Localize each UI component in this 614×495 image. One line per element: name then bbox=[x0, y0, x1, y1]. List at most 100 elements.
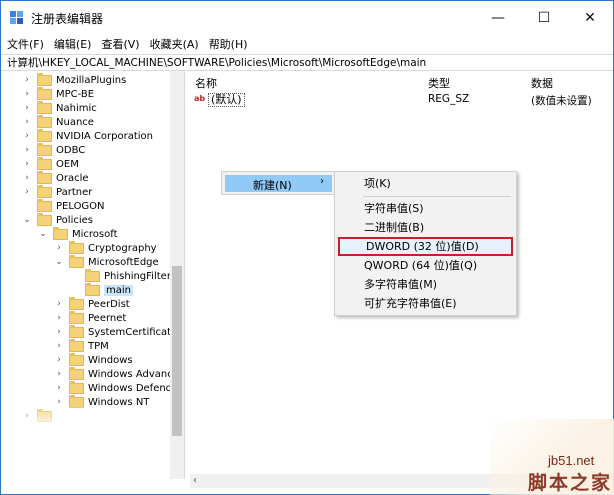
tree-item-cryptography[interactable]: › Cryptography bbox=[55, 240, 157, 255]
collapse-arrow-icon[interactable]: ⌄ bbox=[39, 229, 47, 239]
tree-item-peernet[interactable]: › Peernet bbox=[55, 310, 126, 325]
folder-icon bbox=[37, 170, 52, 184]
tree-item-tpm[interactable]: › TPM bbox=[55, 338, 109, 353]
tree-item-nuance[interactable]: › Nuance bbox=[23, 114, 94, 129]
tree-item-phishingfilter[interactable]: PhishingFilter bbox=[71, 268, 171, 283]
scroll-left-arrow-icon[interactable]: ‹ bbox=[193, 474, 197, 488]
collapse-arrow-icon[interactable]: ⌄ bbox=[23, 215, 31, 225]
menu-view[interactable]: 查看(V) bbox=[101, 36, 139, 52]
expand-arrow-icon[interactable]: › bbox=[55, 355, 63, 365]
submenu-dword-value[interactable]: DWORD (32 位)值(D) bbox=[338, 237, 513, 256]
tree-scroll-thumb[interactable] bbox=[172, 266, 182, 436]
tree-item-label: Cryptography bbox=[88, 242, 157, 254]
tree-item-label: Microsoft bbox=[72, 228, 118, 240]
menu-help[interactable]: 帮助(H) bbox=[209, 36, 248, 52]
tree-item-pelogon[interactable]: PELOGON bbox=[23, 198, 105, 213]
tree-vertical-scrollbar[interactable] bbox=[170, 71, 184, 479]
expand-arrow-icon[interactable]: › bbox=[23, 131, 31, 141]
tree-item-oem[interactable]: › OEM bbox=[23, 156, 79, 171]
column-header-name[interactable]: 名称 bbox=[195, 75, 217, 91]
expand-arrow-icon[interactable]: › bbox=[23, 103, 31, 113]
tree-item-policies[interactable]: ⌄ Policies bbox=[23, 212, 93, 227]
tree-item-label: Nahimic bbox=[56, 102, 97, 114]
column-header-type[interactable]: 类型 bbox=[428, 75, 450, 91]
expand-arrow-icon[interactable]: › bbox=[23, 187, 31, 197]
context-menu-new[interactable]: 新建(N) › bbox=[225, 175, 332, 192]
expand-arrow-icon[interactable]: › bbox=[55, 327, 63, 337]
expand-arrow-icon[interactable]: › bbox=[55, 397, 63, 407]
expand-arrow-icon[interactable]: › bbox=[55, 369, 63, 379]
menu-edit[interactable]: 编辑(E) bbox=[54, 36, 92, 52]
expand-arrow-icon[interactable]: › bbox=[23, 145, 31, 155]
tree-item-partner[interactable]: › Partner bbox=[23, 184, 93, 199]
blurred-region bbox=[1, 407, 161, 467]
expand-arrow-icon[interactable]: › bbox=[23, 89, 31, 99]
menu-favorites[interactable]: 收藏夹(A) bbox=[150, 36, 199, 52]
expand-arrow-icon[interactable]: › bbox=[55, 299, 63, 309]
tree-item-label: MozillaPlugins bbox=[56, 74, 127, 86]
expand-arrow-icon[interactable] bbox=[71, 285, 79, 295]
expand-arrow-icon[interactable]: › bbox=[23, 75, 31, 85]
collapse-arrow-icon[interactable]: ⌄ bbox=[55, 257, 63, 267]
folder-icon bbox=[37, 198, 52, 212]
string-value-icon: ab bbox=[194, 94, 206, 103]
tree-item-label: ODBC bbox=[56, 144, 86, 156]
tree-item-windows[interactable]: › Windows bbox=[55, 352, 133, 367]
expand-arrow-icon[interactable]: › bbox=[23, 117, 31, 127]
folder-icon bbox=[69, 296, 84, 310]
tree-item-windows-advanced[interactable]: › Windows Advanced bbox=[55, 366, 184, 381]
menu-file[interactable]: 文件(F) bbox=[7, 36, 44, 52]
submenu-qword-value[interactable]: QWORD (64 位)值(Q) bbox=[338, 256, 513, 275]
tree-item-windows-defender[interactable]: › Windows Defender bbox=[55, 380, 182, 395]
tree-item-microsoft[interactable]: ⌄ Microsoft bbox=[39, 226, 118, 241]
address-bar[interactable]: 计算机\HKEY_LOCAL_MACHINE\SOFTWARE\Policies… bbox=[1, 54, 613, 71]
folder-icon bbox=[37, 156, 52, 170]
expand-arrow-icon[interactable]: › bbox=[23, 159, 31, 169]
maximize-button[interactable]: ☐ bbox=[521, 1, 567, 35]
submenu-expandable-string-value[interactable]: 可扩充字符串值(E) bbox=[338, 294, 513, 313]
tree-item-main[interactable]: main bbox=[71, 282, 133, 297]
expand-arrow-icon[interactable] bbox=[23, 201, 31, 211]
folder-icon bbox=[85, 268, 100, 282]
column-header-data[interactable]: 数据 bbox=[531, 75, 553, 91]
tree-item-mpc-be[interactable]: › MPC-BE bbox=[23, 86, 94, 101]
close-button[interactable]: ✕ bbox=[567, 1, 613, 35]
expand-arrow-icon[interactable]: › bbox=[55, 383, 63, 393]
value-row-default[interactable]: ab (默认) REG_SZ (数值未设置) bbox=[190, 93, 613, 107]
tree-item-mozillaplugins[interactable]: › MozillaPlugins bbox=[23, 72, 127, 87]
expand-arrow-icon[interactable]: › bbox=[23, 173, 31, 183]
submenu-string-value[interactable]: 字符串值(S) bbox=[338, 199, 513, 218]
expand-arrow-icon[interactable]: › bbox=[55, 313, 63, 323]
tree-item-label: Windows NT bbox=[88, 396, 150, 408]
expand-arrow-icon[interactable]: › bbox=[55, 243, 63, 253]
folder-icon bbox=[69, 338, 84, 352]
regedit-app-icon bbox=[10, 11, 24, 25]
tree-item-microsoftedge[interactable]: ⌄ MicrosoftEdge bbox=[55, 254, 159, 269]
folder-open-icon bbox=[53, 226, 68, 240]
tree-item-label: Oracle bbox=[56, 172, 89, 184]
submenu-binary-value[interactable]: 二进制值(B) bbox=[338, 218, 513, 237]
tree-item-label: MicrosoftEdge bbox=[88, 256, 159, 268]
tree-item-systemcertificates[interactable]: › SystemCertificates bbox=[55, 324, 183, 339]
tree-item-label: Windows bbox=[88, 354, 133, 366]
tree-item-nvidia-corporation[interactable]: › NVIDIA Corporation bbox=[23, 128, 154, 143]
tree-item-peerdist[interactable]: › PeerDist bbox=[55, 296, 130, 311]
tree-item-label: SystemCertificates bbox=[88, 326, 183, 338]
expand-arrow-icon[interactable] bbox=[71, 271, 79, 281]
tree-item-label: Partner bbox=[56, 186, 93, 198]
folder-icon bbox=[69, 380, 84, 394]
submenu-arrow-icon: › bbox=[320, 176, 324, 187]
tree-item-odbc[interactable]: › ODBC bbox=[23, 142, 86, 157]
tree-item-label: NVIDIA Corporation bbox=[56, 130, 154, 142]
submenu-multi-string-value[interactable]: 多字符串值(M) bbox=[338, 275, 513, 294]
tree-item-nahimic[interactable]: › Nahimic bbox=[23, 100, 97, 115]
tree-item-label: PhishingFilter bbox=[104, 270, 171, 282]
tree-item-label: PELOGON bbox=[56, 200, 105, 212]
folder-icon bbox=[69, 324, 84, 338]
expand-arrow-icon[interactable]: › bbox=[55, 341, 63, 351]
folder-icon bbox=[37, 184, 52, 198]
tree-item-oracle[interactable]: › Oracle bbox=[23, 170, 89, 185]
submenu-key[interactable]: 项(K) bbox=[338, 174, 513, 193]
tree-item-label: PeerDist bbox=[88, 298, 130, 310]
minimize-button[interactable]: — bbox=[475, 1, 521, 35]
